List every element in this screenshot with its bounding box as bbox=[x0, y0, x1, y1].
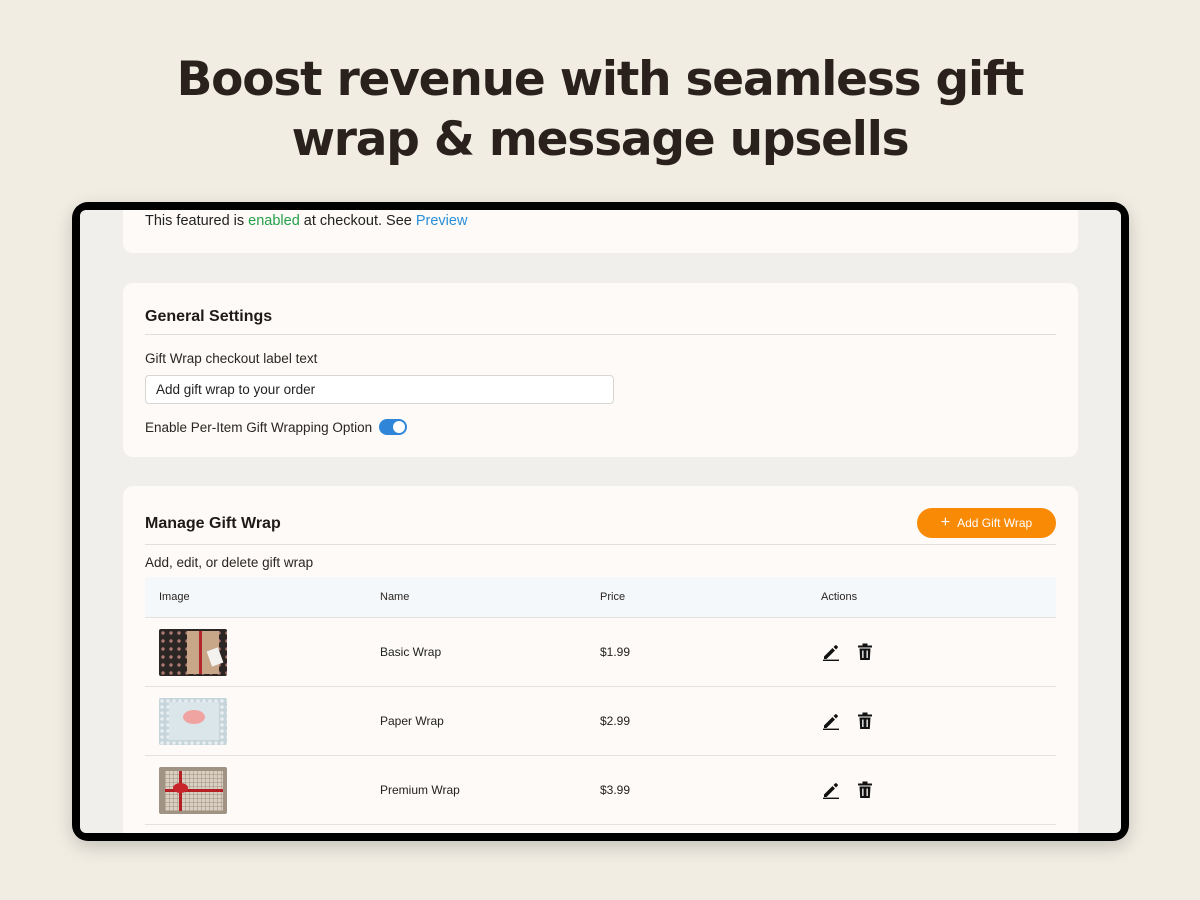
status-message: This featured is enabled at checkout. Se… bbox=[145, 213, 467, 229]
gift-wrap-table: Image Name Price Actions Basic Wrap $1.9… bbox=[145, 577, 1056, 825]
divider bbox=[145, 544, 1056, 545]
status-enabled-word: enabled bbox=[248, 213, 300, 229]
edit-pencil-icon[interactable] bbox=[821, 711, 841, 731]
general-settings-title: General Settings bbox=[145, 308, 273, 325]
trash-icon[interactable] bbox=[855, 642, 875, 662]
table-row: Paper Wrap $2.99 bbox=[145, 687, 1056, 756]
manage-gift-wrap-card: Manage Gift Wrap + Add Gift Wrap Add, ed… bbox=[123, 486, 1078, 833]
paper-wrap-thumbnail bbox=[159, 697, 227, 745]
premium-wrap-thumbnail bbox=[159, 766, 227, 814]
per-item-toggle-row: Enable Per-Item Gift Wrapping Option bbox=[145, 419, 408, 435]
trash-icon[interactable] bbox=[855, 780, 875, 800]
row-price: $1.99 bbox=[600, 645, 631, 659]
add-gift-wrap-label: Add Gift Wrap bbox=[957, 516, 1033, 530]
row-image-cell bbox=[159, 618, 227, 686]
manage-subtitle: Add, edit, or delete gift wrap bbox=[145, 555, 314, 570]
trash-icon[interactable] bbox=[855, 711, 875, 731]
edit-pencil-icon[interactable] bbox=[821, 780, 841, 800]
preview-link[interactable]: Preview bbox=[416, 213, 468, 229]
per-item-toggle[interactable] bbox=[379, 419, 408, 435]
general-settings-card: General Settings Gift Wrap checkout labe… bbox=[123, 283, 1078, 457]
row-price: $3.99 bbox=[600, 783, 631, 797]
plus-icon: + bbox=[940, 514, 951, 531]
column-header-name: Name bbox=[380, 591, 410, 603]
status-card: This featured is enabled at checkout. Se… bbox=[123, 210, 1078, 253]
headline-line-1: Boost revenue with seamless gift bbox=[176, 52, 1025, 107]
row-actions bbox=[821, 756, 889, 824]
checkout-label-field-label: Gift Wrap checkout label text bbox=[145, 351, 318, 366]
row-name: Premium Wrap bbox=[380, 783, 460, 797]
row-actions bbox=[821, 618, 889, 686]
table-row: Basic Wrap $1.99 bbox=[145, 618, 1056, 687]
row-image-cell bbox=[159, 756, 227, 824]
divider bbox=[145, 334, 1056, 335]
row-name: Paper Wrap bbox=[380, 714, 444, 728]
headline: Boost revenue with seamless gift wrap & … bbox=[0, 50, 1200, 170]
app-screen: This featured is enabled at checkout. Se… bbox=[80, 210, 1121, 833]
per-item-toggle-label: Enable Per-Item Gift Wrapping Option bbox=[145, 419, 373, 435]
row-price: $2.99 bbox=[600, 714, 631, 728]
manage-gift-wrap-title: Manage Gift Wrap bbox=[145, 515, 281, 532]
status-text-before: This featured is bbox=[145, 213, 249, 229]
basic-wrap-thumbnail bbox=[159, 628, 227, 676]
column-header-actions: Actions bbox=[821, 591, 858, 603]
headline-line-2: wrap & message upsells bbox=[291, 112, 910, 167]
add-gift-wrap-button[interactable]: + Add Gift Wrap bbox=[917, 508, 1056, 538]
checkout-label-input[interactable] bbox=[145, 375, 614, 404]
edit-pencil-icon[interactable] bbox=[821, 642, 841, 662]
row-image-cell bbox=[159, 687, 227, 755]
device-frame: This featured is enabled at checkout. Se… bbox=[72, 202, 1129, 841]
column-header-price: Price bbox=[600, 591, 626, 603]
status-text-middle: at checkout. See bbox=[299, 213, 416, 229]
row-actions bbox=[821, 687, 889, 755]
column-header-image: Image bbox=[159, 591, 190, 603]
table-header: Image Name Price Actions bbox=[145, 577, 1056, 618]
row-name: Basic Wrap bbox=[380, 645, 442, 659]
table-row: Premium Wrap $3.99 bbox=[145, 756, 1056, 825]
